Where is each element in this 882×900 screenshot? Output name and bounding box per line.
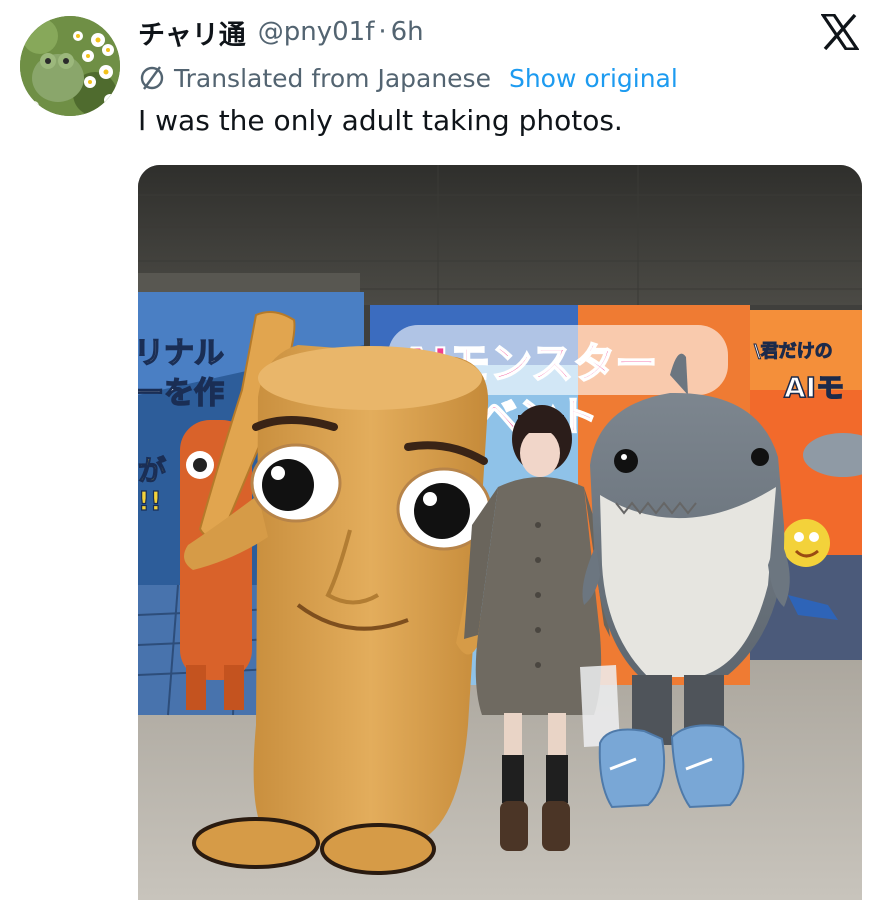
author-display-name[interactable]: チャリ通 — [138, 13, 246, 52]
avatar-image — [20, 16, 120, 116]
translated-label: Translated from Japanese — [174, 63, 491, 93]
show-original-link[interactable]: Show original — [509, 64, 678, 93]
banner-right-text-2: AIモ — [784, 371, 844, 404]
tweet-header: チャリ通 @pny01f · 6h — [138, 12, 424, 52]
tweet-photo[interactable]: リナル ーを作 が !! AIモンスター ベント \君だけの AIモ — [138, 165, 862, 900]
avatar[interactable] — [20, 16, 120, 116]
photo-illustration: リナル ーを作 が !! AIモンスター ベント \君だけの AIモ — [138, 165, 862, 900]
banner-right-text-1: \君だけの — [754, 341, 833, 362]
banner-left-text-4: !! — [138, 487, 162, 517]
x-logo-icon[interactable] — [820, 12, 860, 52]
banner-left-text-2: ーを作 — [138, 376, 224, 411]
globe-icon — [138, 63, 168, 93]
tweet-text: I was the only adult taking photos. — [138, 104, 623, 137]
author-handle[interactable]: @pny01f — [258, 17, 375, 47]
meta-separator: · — [378, 17, 387, 47]
tweet-timestamp[interactable]: 6h — [391, 17, 424, 47]
banner-left-text-3: が — [138, 454, 166, 487]
banner-left-text-1: リナル — [138, 336, 224, 371]
translation-bar: Translated from Japanese Show original — [138, 58, 678, 98]
